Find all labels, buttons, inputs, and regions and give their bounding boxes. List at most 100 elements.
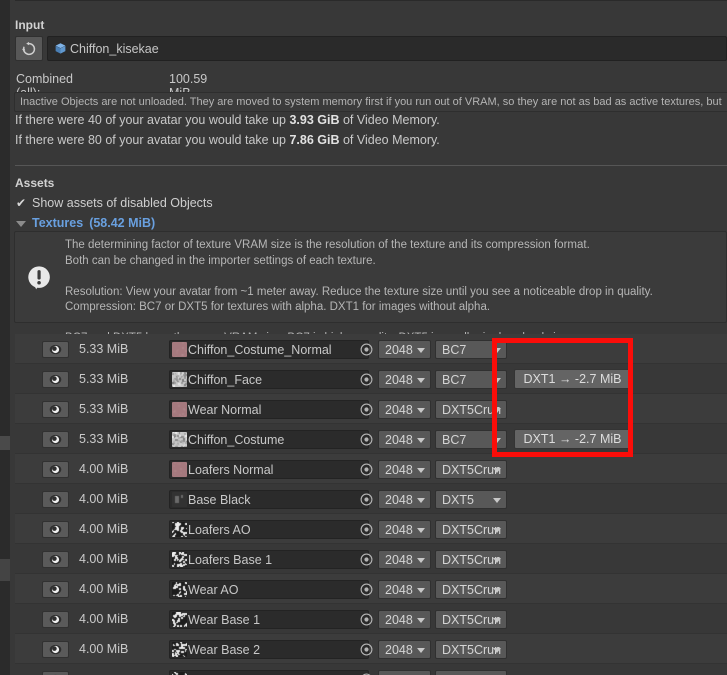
texture-row[interactable]: 4.00 MiB Wear Base 2 2048 DXT5Crun [15, 634, 727, 664]
resolution-dropdown[interactable]: 2048 [378, 430, 431, 449]
compression-format-dropdown[interactable]: BC7 [435, 370, 507, 389]
object-picker-button[interactable] [358, 581, 375, 598]
compression-format-dropdown[interactable]: BC7 [435, 340, 507, 359]
texture-object-field[interactable]: Loafers AO [169, 520, 369, 539]
compression-format-dropdown[interactable]: DXT5Crun [435, 640, 507, 659]
texture-row[interactable]: 4.00 MiB Wear Base 1 2048 DXT5Crun [15, 604, 727, 634]
object-picker-button[interactable] [358, 491, 375, 508]
object-picker-button[interactable] [358, 461, 375, 478]
texture-preview-toggle[interactable] [42, 611, 69, 628]
object-picker-button[interactable] [358, 341, 375, 358]
object-picker-button[interactable] [358, 371, 375, 388]
texture-thumbnail [172, 582, 187, 597]
texture-row[interactable]: 4.00 MiB Loafers Base 1 2048 DXT5Crun [15, 544, 727, 574]
texture-object-field[interactable]: Chiffon_Costume [169, 430, 369, 449]
textures-foldout[interactable]: Textures (58.42 MiB) [16, 216, 155, 230]
texture-preview-toggle[interactable] [42, 641, 69, 658]
compression-format-dropdown[interactable]: DXT5Crun [435, 550, 507, 569]
prefab-cube-icon [55, 43, 66, 54]
avatar-object-field[interactable]: Chiffon_kisekae [47, 36, 727, 61]
resolution-dropdown[interactable]: 2048 [378, 610, 431, 629]
texture-preview-toggle[interactable] [42, 491, 69, 508]
info-exclamation-icon [28, 266, 50, 290]
resolution-dropdown[interactable]: 2048 [378, 460, 431, 479]
chevron-down-icon [417, 498, 425, 503]
resolution-dropdown[interactable]: 2048 [378, 490, 431, 509]
texture-name: Base Black [188, 492, 251, 507]
texture-row[interactable]: 5.33 MiB Chiffon_Face 2048 BC7 DXT1 → -2.7 M… [15, 364, 727, 394]
resolution-dropdown[interactable]: 2048 [378, 670, 431, 675]
compression-format-dropdown[interactable]: DXT5Crun [435, 520, 507, 539]
compression-format-dropdown[interactable]: DXT5Crun [435, 610, 507, 629]
show-disabled-objects-checkbox[interactable]: ✔ Show assets of disabled Objects [15, 196, 213, 210]
compression-format-dropdown[interactable]: DXT5Crun [435, 460, 507, 479]
avatar-object-name: Chiffon_kisekae [70, 41, 159, 56]
texture-object-field[interactable]: Wear AO [169, 580, 369, 599]
object-picker-button[interactable] [358, 551, 375, 568]
texture-row[interactable]: 4.00 MiB Wear AO 2048 DXT5Crun [15, 574, 727, 604]
resolution-dropdown[interactable]: 2048 [378, 520, 431, 539]
texture-size: 4.00 MiB [79, 462, 129, 476]
texture-preview-toggle[interactable] [42, 521, 69, 538]
resolution-dropdown[interactable]: 2048 [378, 340, 431, 359]
texture-preview-toggle[interactable] [42, 401, 69, 418]
resolution-dropdown[interactable]: 2048 [378, 640, 431, 659]
texture-row[interactable]: 5.33 MiB Wear Normal 2048 DXT5Crun [15, 394, 727, 424]
resolution-dropdown[interactable]: 2048 [378, 580, 431, 599]
texture-object-field[interactable]: Wear Base 1 [169, 610, 369, 629]
resolution-dropdown[interactable]: 2048 [378, 370, 431, 389]
texture-size: 5.33 MiB [79, 372, 129, 386]
texture-row[interactable]: 5.33 MiB Chiffon_Costume 2048 BC7 DXT1 → -2.… [15, 424, 727, 454]
texture-thumbnail [172, 612, 187, 627]
texture-preview-toggle[interactable] [42, 551, 69, 568]
texture-thumbnail [172, 432, 187, 447]
apply-compression-fix-button[interactable]: DXT1 → -2.7 MiB [514, 369, 631, 389]
texture-name: Wear AO [188, 582, 239, 597]
texture-object-field[interactable]: Loafers Base 1 [169, 550, 369, 569]
target-circle-icon [360, 613, 373, 626]
texture-preview-toggle[interactable] [42, 461, 69, 478]
texture-object-field[interactable] [169, 670, 369, 675]
compression-format-dropdown[interactable]: DXT5Crun [435, 400, 507, 419]
texture-preview-toggle[interactable] [42, 581, 69, 598]
apply-compression-fix-button[interactable]: DXT1 → -2.7 MiB [514, 429, 631, 449]
compression-format-dropdown[interactable]: DXT5Crun [435, 580, 507, 599]
chevron-down-icon [417, 408, 425, 413]
texture-preview-toggle[interactable] [42, 371, 69, 388]
texture-object-field[interactable]: Wear Base 2 [169, 640, 369, 659]
refresh-button[interactable] [15, 36, 43, 61]
texture-row[interactable]: 5.33 MiB Chiffon_Costume_Normal 2048 BC7 [15, 334, 727, 364]
texture-preview-toggle[interactable] [42, 671, 69, 675]
target-circle-icon [360, 403, 373, 416]
resolution-dropdown[interactable]: 2048 [378, 400, 431, 419]
texture-object-field[interactable]: Chiffon_Face [169, 370, 369, 389]
texture-thumbnail [172, 642, 187, 657]
object-picker-button[interactable] [358, 671, 375, 675]
object-picker-button[interactable] [358, 521, 375, 538]
texture-object-field[interactable]: Chiffon_Costume_Normal [169, 340, 369, 359]
object-picker-button[interactable] [358, 641, 375, 658]
texture-rows-list: 5.33 MiB Chiffon_Costume_Normal 2048 BC7 5.3… [0, 334, 727, 675]
textures-helpbox: The determining factor of texture VRAM s… [14, 231, 727, 344]
texture-row[interactable]: 4.00 MiB Base Black 2048 DXT5 [15, 484, 727, 514]
texture-preview-toggle[interactable] [42, 341, 69, 358]
chevron-down-icon [493, 438, 501, 443]
texture-row[interactable]: 4.00 MiB Loafers Normal 2048 DXT5Crun [15, 454, 727, 484]
resolution-dropdown[interactable]: 2048 [378, 550, 431, 569]
compression-format-dropdown[interactable]: BC7 [435, 430, 507, 449]
compression-format-dropdown[interactable]: DXT5 [435, 490, 507, 509]
texture-object-field[interactable]: Wear Normal [169, 400, 369, 419]
texture-row[interactable]: 2048 DXT1 [15, 664, 727, 675]
texture-thumbnail [172, 522, 187, 537]
compression-format-dropdown[interactable]: DXT1 [435, 670, 507, 675]
chevron-down-icon [493, 588, 501, 593]
object-picker-button[interactable] [358, 611, 375, 628]
compression-format-value: BC7 [442, 372, 467, 387]
object-picker-button[interactable] [358, 401, 375, 418]
texture-name: Wear Normal [188, 402, 262, 417]
object-picker-button[interactable] [358, 431, 375, 448]
texture-object-field[interactable]: Loafers Normal [169, 460, 369, 479]
texture-row[interactable]: 4.00 MiB Loafers AO 2048 DXT5Crun [15, 514, 727, 544]
texture-preview-toggle[interactable] [42, 431, 69, 448]
texture-object-field[interactable]: Base Black [169, 490, 369, 509]
